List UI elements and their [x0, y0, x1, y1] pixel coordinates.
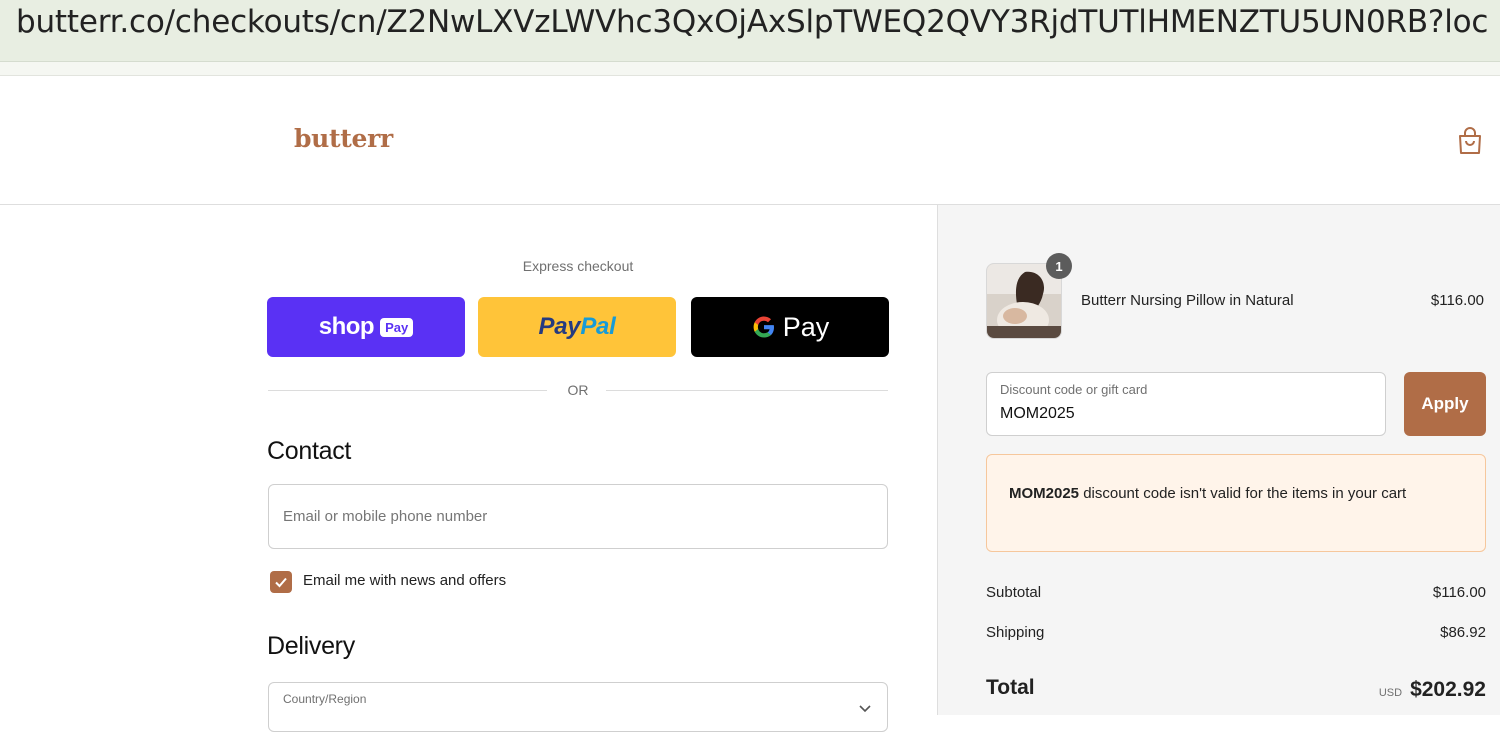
subtotal-value: $116.00 [1432, 584, 1486, 601]
discount-error-alert: MOM2025 discount code isn't valid for th… [986, 454, 1486, 552]
brand-logo[interactable]: butterr [294, 124, 393, 153]
email-field[interactable] [269, 485, 887, 548]
quantity-badge: 1 [1046, 253, 1072, 279]
contact-heading: Contact [267, 437, 352, 465]
checkout-header: butterr [0, 76, 1500, 205]
delivery-heading: Delivery [267, 632, 355, 660]
country-select[interactable]: Country/Region [268, 682, 888, 732]
alert-message: discount code isn't valid for the items … [1079, 485, 1407, 502]
subtotal-row: Subtotal $116.00 [986, 584, 1486, 601]
total-value-group: USD $202.92 [1379, 678, 1486, 702]
checkmark-icon [275, 577, 287, 588]
product-name: Butterr Nursing Pillow in Natural [1081, 292, 1294, 309]
browser-toolbar-gap [0, 62, 1500, 76]
address-bar[interactable]: butterr.co/checkouts/cn/Z2NwLXVzLWVhc3Qx… [0, 0, 1500, 62]
discount-label: Discount code or gift card [1000, 382, 1148, 397]
paypal-button[interactable]: PayPal [478, 297, 676, 357]
total-row: Total USD $202.92 [986, 676, 1486, 702]
google-pay-label: Pay [782, 311, 830, 342]
shipping-row: Shipping $86.92 [986, 624, 1486, 641]
apply-button[interactable]: Apply [1404, 372, 1486, 436]
express-checkout-label: Express checkout [522, 258, 634, 274]
shopping-bag-icon[interactable] [1456, 126, 1484, 156]
or-divider: OR [268, 380, 888, 400]
alert-code: MOM2025 [1009, 485, 1080, 502]
email-field-container [268, 484, 888, 549]
shop-pay-wordmark: shop [318, 313, 375, 340]
google-g-icon [753, 316, 774, 338]
shop-pay-button[interactable]: shop Pay [267, 297, 465, 357]
chevron-down-icon [859, 705, 871, 713]
paypal-wordmark: PayPal [538, 313, 616, 340]
discount-value[interactable]: MOM2025 [1000, 405, 1075, 423]
shipping-label: Shipping [986, 624, 1045, 641]
newsletter-label[interactable]: Email me with news and offers [303, 572, 506, 589]
url-text[interactable]: butterr.co/checkouts/cn/Z2NwLXVzLWVhc3Qx… [16, 4, 1488, 40]
total-value: $202.92 [1410, 678, 1486, 701]
shop-pay-badge: Pay [380, 317, 414, 337]
total-currency: USD [1378, 687, 1403, 699]
subtotal-label: Subtotal [986, 584, 1042, 601]
shipping-value: $86.92 [1440, 624, 1486, 641]
newsletter-checkbox[interactable] [270, 571, 292, 593]
country-label: Country/Region [283, 692, 367, 706]
product-price: $116.00 [1430, 292, 1484, 309]
divider-line-right [606, 390, 888, 391]
discount-field[interactable]: Discount code or gift card MOM2025 [986, 372, 1386, 436]
total-label: Total [986, 676, 1035, 699]
google-pay-button[interactable]: Pay [691, 297, 889, 357]
